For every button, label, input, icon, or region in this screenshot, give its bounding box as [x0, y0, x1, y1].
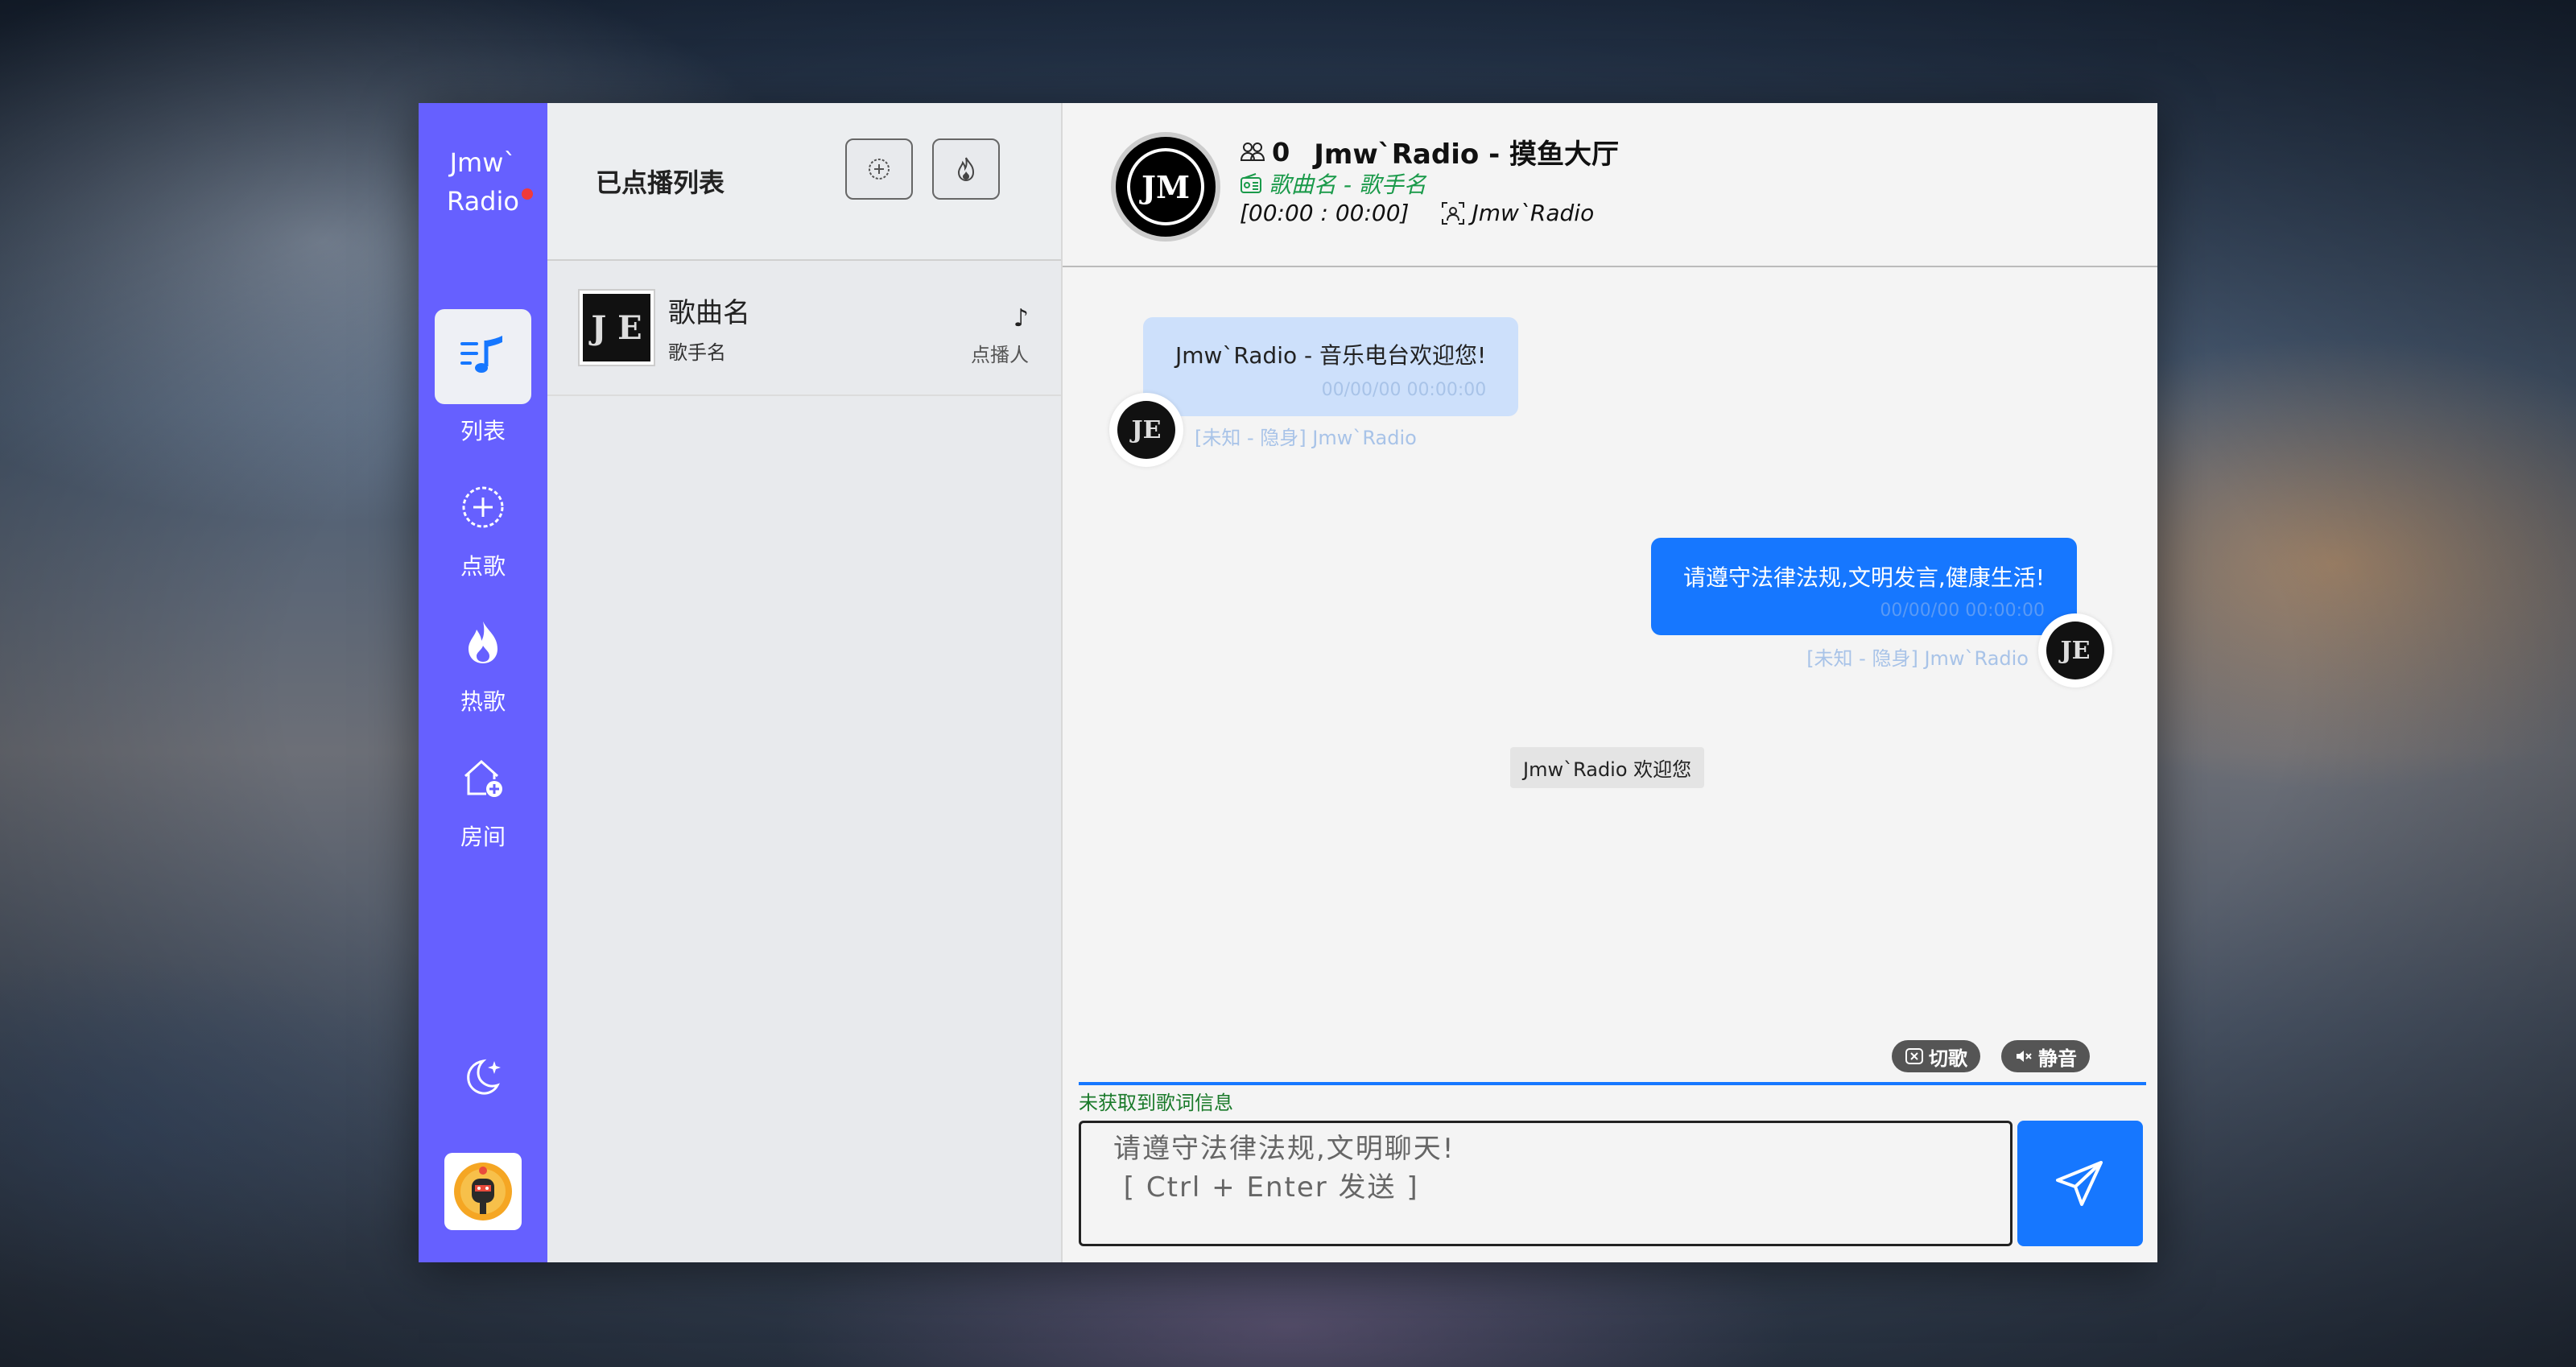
send-button[interactable] [2017, 1121, 2143, 1246]
message-text: 请遵守法律法规,文明发言,健康生活! [1682, 564, 2045, 591]
theme-toggle[interactable] [419, 1053, 547, 1101]
message-bubble[interactable]: Jmw`Radio - 音乐电台欢迎您! 00/00/00 00:00:00 [1143, 317, 1519, 416]
room-header: JM 0 Jmw`Radio - 摸鱼大厅 歌曲名 - 歌手名 [00:00:… [1063, 103, 2157, 267]
user-avatar-icon [454, 1163, 512, 1220]
chat-panel: JM 0 Jmw`Radio - 摸鱼大厅 歌曲名 - 歌手名 [00:00:… [1063, 103, 2157, 1262]
sidebar-item-label: 热歌 [460, 688, 506, 715]
playlist-title: 已点播列表 [596, 167, 725, 198]
sender-avatar[interactable]: JE [2038, 613, 2112, 688]
chat-input[interactable]: 请遵守法律法规,文明聊天! [ Ctrl + Enter 发送 ] [1079, 1121, 2013, 1246]
message-bubble[interactable]: 请遵守法律法规,文明发言,健康生活! 00/00/00 00:00:00 [1650, 538, 2077, 635]
message-time: 00/00/00 00:00:00 [1880, 601, 2045, 621]
playlist-item[interactable]: J E 歌曲名 歌手名 ♪ 点播人 [547, 261, 1061, 396]
user-avatar[interactable] [444, 1153, 522, 1230]
now-playing: 歌曲名 - 歌手名 [1269, 171, 1426, 198]
sidebar-item-label: 列表 [460, 418, 506, 444]
users-icon [1240, 142, 1265, 161]
room-logo: JM [1111, 132, 1220, 242]
app-logo: Jmw` Radio [419, 103, 547, 221]
chat-message-sent: 请遵守法律法规,文明发言,健康生活! 00/00/00 00:00:00 [1650, 538, 2077, 635]
chat-message-received: Jmw`Radio - 音乐电台欢迎您! 00/00/00 00:00:00 [1143, 317, 1519, 416]
fire-icon [957, 157, 975, 181]
sidebar-nav: 列表 点歌 热歌 房间 [435, 309, 531, 852]
mute-label: 静音 [2038, 1047, 2077, 1070]
sidebar: Jmw` Radio 列表 点歌 热歌 房间 [419, 103, 547, 1262]
sidebar-item-label: 点歌 [460, 553, 506, 580]
play-time: [00:00 : 00:00] [1240, 200, 1410, 226]
add-circle-icon [435, 475, 531, 539]
logo-line1: Jmw` [449, 147, 517, 178]
radio-icon [1241, 173, 1261, 193]
message-time: 00/00/00 00:00:00 [1321, 380, 1487, 400]
music-note-icon: ♪ [1013, 304, 1029, 332]
song-cover: J E [580, 291, 654, 365]
song-name: 歌曲名 [668, 297, 750, 329]
skip-song-label: 切歌 [1929, 1047, 1967, 1070]
song-artist: 歌手名 [668, 341, 726, 364]
sidebar-item-label: 房间 [460, 824, 506, 850]
add-circle-icon [869, 159, 890, 180]
sidebar-item-hot[interactable]: 热歌 [435, 610, 531, 717]
message-sender: [未知 - 隐身] Jmw`Radio [1806, 647, 2029, 670]
system-message: Jmw`Radio 欢迎您 [1510, 747, 1705, 788]
room-logo-text: JM [1127, 148, 1204, 225]
room-add-icon [435, 745, 531, 810]
sidebar-item-request[interactable]: 点歌 [435, 475, 531, 581]
hot-songs-button[interactable] [932, 138, 1000, 200]
lyrics-text: 未获取到歌词信息 [1079, 1092, 1233, 1114]
mute-button[interactable]: 静音 [2001, 1040, 2090, 1072]
message-text: Jmw`Radio - 音乐电台欢迎您! [1175, 342, 1487, 369]
add-song-button[interactable] [845, 138, 913, 200]
playlist-panel: 已点播列表 J E 歌曲名 歌手名 ♪ 点播人 [547, 103, 1063, 1262]
message-sender: [未知 - 隐身] Jmw`Radio [1195, 427, 1417, 449]
send-icon [2056, 1161, 2103, 1206]
song-requester: 点播人 [971, 344, 1029, 366]
mute-icon [2017, 1051, 2032, 1062]
playlist-icon [435, 309, 531, 404]
online-count: 0 [1272, 136, 1290, 167]
fire-icon [435, 610, 531, 675]
room-name: Jmw`Radio - 摸鱼大厅 [1314, 138, 1620, 171]
skip-song-button[interactable]: 切歌 [1892, 1040, 1980, 1072]
playlist-header: 已点播列表 [547, 103, 1061, 261]
song-progress-bar[interactable] [1079, 1082, 2146, 1085]
sender-avatar[interactable]: JE [1109, 393, 1183, 467]
room-owner: Jmw`Radio [1472, 200, 1595, 226]
user-scan-icon [1442, 201, 1465, 225]
skip-icon [1905, 1048, 1923, 1064]
status-dot [522, 188, 533, 200]
sidebar-item-list[interactable]: 列表 [435, 309, 531, 446]
sidebar-item-room[interactable]: 房间 [435, 745, 531, 852]
app-window: Jmw` Radio 列表 点歌 热歌 房间 已点播列表 J E 歌曲名 歌手名… [419, 103, 2157, 1262]
moon-stars-icon [467, 1059, 501, 1095]
